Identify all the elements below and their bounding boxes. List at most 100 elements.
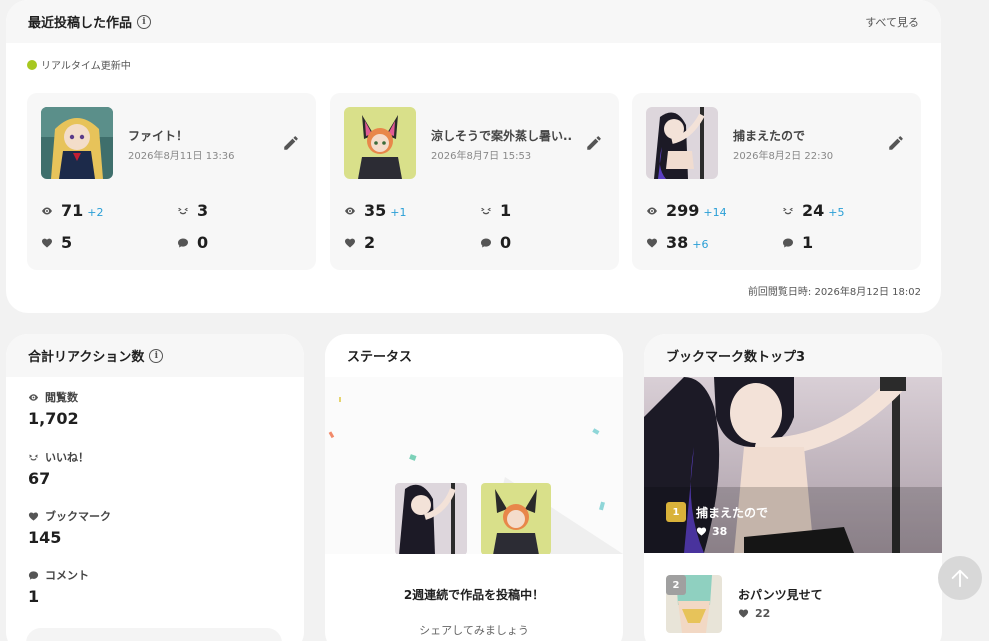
comment-icon [177,237,189,249]
bookmarks-stat: 2 [344,233,375,252]
total-reactions-header: 合計リアクション数 i [6,334,304,377]
status-header: ステータス [325,334,623,377]
eye-icon [41,205,53,217]
views-stat: 71 +2 [41,201,103,220]
work-title[interactable]: 涼しそうで案外蒸し暑い... [431,127,571,144]
total-likes-label: いいね！ [45,451,89,464]
bookmarks-stat: 5 [41,233,72,252]
heart-icon [28,511,39,522]
recent-works-card: 最近投稿した作品 i すべて見る リアルタイム更新中 ファイト！ 2026年8月… [6,0,941,313]
bookmark-item-title: 捕まえたので [696,505,769,520]
total-comments-label: コメント [45,569,89,582]
bookmark-item-thumbnail: 2 [666,575,722,633]
totals-more-button[interactable] [26,628,282,641]
views-delta: +2 [87,205,104,219]
last-viewed-timestamp: 前回閲覧日時: 2026年8月12日 18:02 [747,287,921,298]
comment-icon [480,237,492,249]
bookmarks-value: 2 [364,233,376,252]
total-comments-value: 1 [28,587,40,606]
bookmarks-stat: 38 +6 [646,233,708,252]
recent-works-title: 最近投稿した作品 [28,16,133,31]
bookmark-item-title: おパンツ見せて [738,588,823,602]
pencil-icon[interactable] [887,134,905,152]
total-bookmarks-label: ブックマーク [45,510,111,523]
bookmarks-value: 5 [61,233,73,252]
pencil-icon[interactable] [282,134,300,152]
likes-value: 24 [802,201,825,220]
bookmarks-delta: +6 [692,237,709,251]
heart-icon [646,237,658,249]
realtime-indicator: リアルタイム更新中 [27,57,131,72]
status-illustration [325,377,623,555]
smile-icon [28,452,39,463]
total-views: 閲覧数 1,702 [28,389,79,428]
comments-stat: 1 [782,233,813,252]
total-comments: コメント 1 [28,567,89,606]
recent-works-header: 最近投稿した作品 i すべて見る [6,0,941,43]
total-bookmarks: ブックマーク 145 [28,508,111,547]
heart-icon [696,527,707,536]
info-icon[interactable]: i [149,348,164,363]
live-dot-icon [27,59,37,70]
views-delta: +14 [703,205,727,219]
bookmark-top3-card: ブックマーク数トップ3 1 捕まえたので 38 2 おパンツ見せて 22 [644,334,942,641]
work-date: 2026年8月11日 13:36 [128,151,235,162]
comment-icon [782,237,794,249]
smile-icon [177,205,189,217]
comments-value: 0 [500,233,512,252]
views-delta: +1 [390,205,407,219]
likes-delta: +5 [828,205,845,219]
likes-value: 3 [197,201,209,220]
rank-badge: 2 [666,575,686,595]
total-views-value: 1,702 [28,409,79,428]
status-message: 2週連続で作品を投稿中！ [403,588,545,602]
bookmark-top3-header: ブックマーク数トップ3 [644,334,942,377]
heart-icon [41,237,53,249]
rank-badge: 1 [666,502,686,522]
bookmarks-value: 38 [666,233,689,252]
likes-stat: 3 [177,201,208,220]
work-card-2[interactable]: 涼しそうで案外蒸し暑い... 2026年8月7日 15:53 35 +1 1 2… [330,93,619,270]
eye-icon [646,205,658,217]
likes-value: 1 [500,201,512,220]
work-title[interactable]: 捕まえたので [733,127,805,144]
work-thumbnail[interactable] [344,107,416,179]
comment-icon [28,570,39,581]
work-date: 2026年8月7日 15:53 [431,151,532,162]
info-icon[interactable]: i [137,14,152,29]
bookmark-rank2-item[interactable]: 2 おパンツ見せて 22 [666,575,922,635]
bookmark-rank1-item[interactable]: 1 捕まえたので 38 [644,377,942,553]
eye-icon [344,205,356,217]
work-card-3[interactable]: 捕まえたので 2026年8月2日 22:30 299 +14 24 +5 38 … [632,93,921,270]
total-likes-value: 67 [28,469,51,488]
scroll-to-top-button[interactable] [938,556,982,600]
total-likes: いいね！ 67 [28,449,89,488]
smile-icon [480,205,492,217]
work-thumbnail[interactable] [646,107,718,179]
work-card-1[interactable]: ファイト！ 2026年8月11日 13:36 71 +2 3 5 0 [27,93,316,270]
comments-stat: 0 [177,233,208,252]
work-date: 2026年8月2日 22:30 [733,151,834,162]
total-views-label: 閲覧数 [45,391,78,404]
realtime-label: リアルタイム更新中 [41,61,131,72]
bookmark-item-count: 38 [712,525,728,538]
work-title[interactable]: ファイト！ [128,127,188,144]
work-thumbnail[interactable] [41,107,113,179]
comments-value: 1 [802,233,814,252]
total-reactions-card: 合計リアクション数 i 閲覧数 1,702 いいね！ 67 ブックマーク 145… [6,334,304,641]
views-value: 71 [61,201,84,220]
views-stat: 35 +1 [344,201,406,220]
views-value: 299 [666,201,700,220]
eye-icon [28,392,39,403]
comments-value: 0 [197,233,209,252]
see-all-link[interactable]: すべて見る [865,14,919,30]
pencil-icon[interactable] [585,134,603,152]
bookmark-item-count: 22 [755,607,771,620]
likes-stat: 24 +5 [782,201,844,220]
views-value: 35 [364,201,387,220]
share-prompt[interactable]: シェアしてみましょう [325,622,623,638]
views-stat: 299 +14 [646,201,727,220]
comments-stat: 0 [480,233,511,252]
status-title: ステータス [347,350,413,365]
total-reactions-title: 合計リアクション数 [28,350,145,365]
